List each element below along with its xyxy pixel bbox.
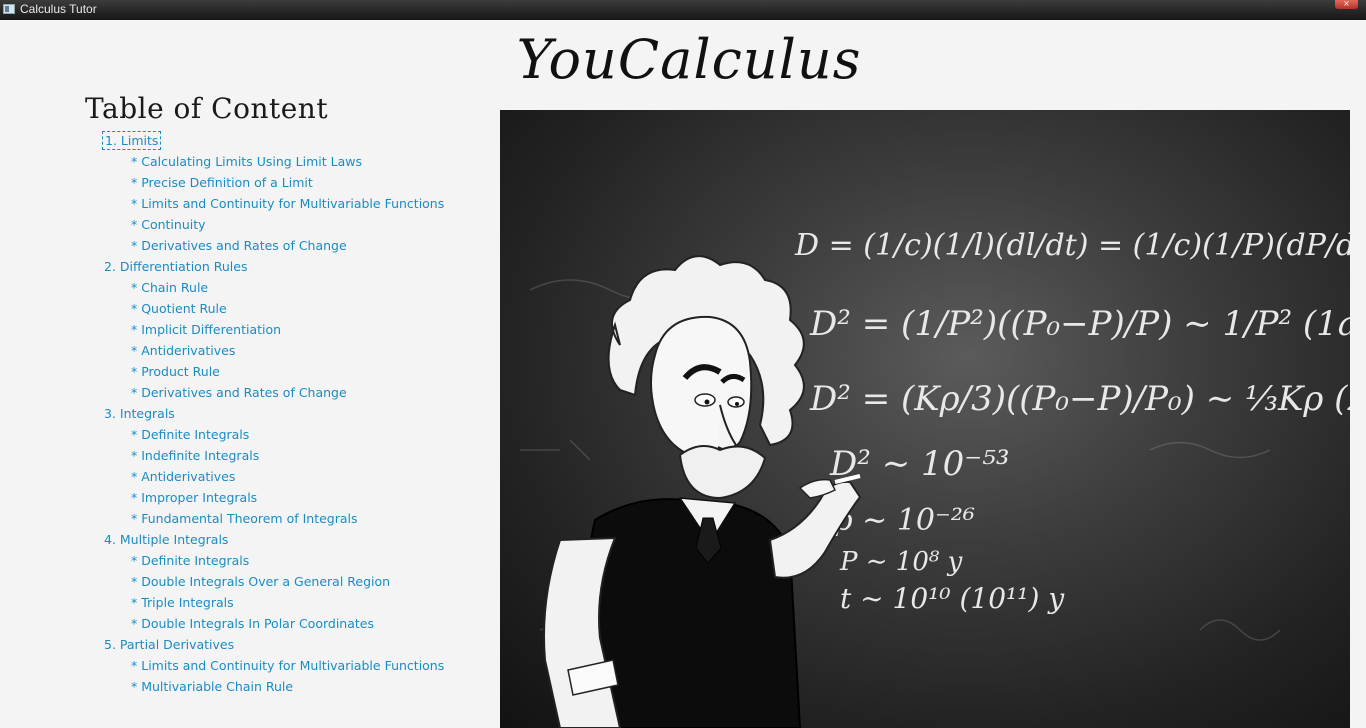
toc-topic[interactable]: * Definite Integrals: [0, 424, 480, 445]
toc-topic[interactable]: * Precise Definition of a Limit: [0, 172, 480, 193]
toc-label: * Double Integrals Over a General Region: [131, 574, 391, 589]
toc-label: * Definite Integrals: [131, 427, 250, 442]
toc-chapter[interactable]: 2. Differentiation Rules: [0, 256, 480, 277]
toc-label: * Derivatives and Rates of Change: [131, 238, 347, 253]
equation-2: D² = (1/P²)((P₀−P)/P) ∼ 1/P² (1a): [809, 304, 1350, 344]
toc-chapter[interactable]: 4. Multiple Integrals: [0, 529, 480, 550]
toc-label: * Implicit Differentiation: [131, 322, 282, 337]
page-title: YouCalculus: [516, 28, 862, 91]
toc-topic[interactable]: * Derivatives and Rates of Change: [0, 382, 480, 403]
toc-topic[interactable]: * Quotient Rule: [0, 298, 480, 319]
toc-topic[interactable]: * Product Rule: [0, 361, 480, 382]
window-title-bar: Calculus Tutor ×: [0, 0, 1366, 20]
toc-topic[interactable]: * Limits and Continuity for Multivariabl…: [0, 193, 480, 214]
toc-topic[interactable]: * Indefinite Integrals: [0, 445, 480, 466]
toc-chapter[interactable]: 1. Limits: [0, 130, 480, 151]
toc-label: 4. Multiple Integrals: [104, 532, 229, 547]
app-icon: [3, 4, 15, 14]
toc-label: * Multivariable Chain Rule: [131, 679, 294, 694]
toc-topic[interactable]: * Antiderivatives: [0, 340, 480, 361]
toc-label: * Product Rule: [131, 364, 220, 379]
toc-label: * Calculating Limits Using Limit Laws: [131, 154, 362, 169]
equation-3: D² = (Kρ/3)((P₀−P)/P₀) ∼ ⅓Kρ (2a): [809, 379, 1350, 419]
toc-topic[interactable]: * Fundamental Theorem of Integrals: [0, 508, 480, 529]
toc-topic[interactable]: * Calculating Limits Using Limit Laws: [0, 151, 480, 172]
toc-label: * Improper Integrals: [131, 490, 258, 505]
toc-label: * Chain Rule: [131, 280, 209, 295]
toc-label: 3. Integrals: [104, 406, 175, 421]
toc-label: * Antiderivatives: [131, 469, 236, 484]
toc-topic[interactable]: * Improper Integrals: [0, 487, 480, 508]
toc-topic[interactable]: * Triple Integrals: [0, 592, 480, 613]
toc-label: * Continuity: [131, 217, 206, 232]
toc-label: * Limits and Continuity for Multivariabl…: [131, 658, 445, 673]
toc-label: 2. Differentiation Rules: [104, 259, 248, 274]
equation-1: D = (1/c)(1/l)(dl/dt) = (1/c)(1/P)(dP/dt…: [794, 228, 1350, 263]
chalkboard-illustration: D = (1/c)(1/l)(dl/dt) = (1/c)(1/P)(dP/dt…: [500, 110, 1350, 728]
toc-label: * Limits and Continuity for Multivariabl…: [131, 196, 445, 211]
toc-label: * Quotient Rule: [131, 301, 227, 316]
toc-label: * Fundamental Theorem of Integrals: [131, 511, 358, 526]
chalk-equations: D = (1/c)(1/l)(dl/dt) = (1/c)(1/P)(dP/dt…: [794, 228, 1350, 615]
toc-chapter[interactable]: 3. Integrals: [0, 403, 480, 424]
toc-label: * Definite Integrals: [131, 553, 250, 568]
toc-label: * Derivatives and Rates of Change: [131, 385, 347, 400]
toc-topic[interactable]: * Antiderivatives: [0, 466, 480, 487]
equation-6: P ∼ 10⁸ y: [839, 547, 963, 577]
toc-topic[interactable]: * Chain Rule: [0, 277, 480, 298]
toc-heading: Table of Content: [85, 92, 329, 125]
toc-topic[interactable]: * Double Integrals In Polar Coordinates: [0, 613, 480, 634]
toc-topic[interactable]: * Definite Integrals: [0, 550, 480, 571]
toc-topic[interactable]: * Derivatives and Rates of Change: [0, 235, 480, 256]
equation-7: t ∼ 10¹⁰ (10¹¹) y: [840, 582, 1065, 615]
toc-topic[interactable]: * Multivariable Chain Rule: [0, 676, 480, 697]
toc-topic[interactable]: * Implicit Differentiation: [0, 319, 480, 340]
toc-label: * Antiderivatives: [131, 343, 236, 358]
equation-5: ρ ∼ 10⁻²⁶: [834, 503, 975, 538]
toc-label: * Triple Integrals: [131, 595, 234, 610]
toc-topic[interactable]: * Continuity: [0, 214, 480, 235]
window-title: Calculus Tutor: [20, 2, 97, 16]
toc-label: * Precise Definition of a Limit: [131, 175, 313, 190]
toc-label: * Indefinite Integrals: [131, 448, 260, 463]
toc-chapter[interactable]: 5. Partial Derivatives: [0, 634, 480, 655]
close-button[interactable]: ×: [1335, 0, 1358, 9]
toc-label: 1. Limits: [101, 131, 162, 150]
toc-label: * Double Integrals In Polar Coordinates: [131, 616, 374, 631]
toc-topic[interactable]: * Double Integrals Over a General Region: [0, 571, 480, 592]
table-of-contents: 1. Limits * Calculating Limits Using Limi…: [0, 130, 480, 697]
toc-topic[interactable]: * Limits and Continuity for Multivariabl…: [0, 655, 480, 676]
toc-label: 5. Partial Derivatives: [104, 637, 235, 652]
